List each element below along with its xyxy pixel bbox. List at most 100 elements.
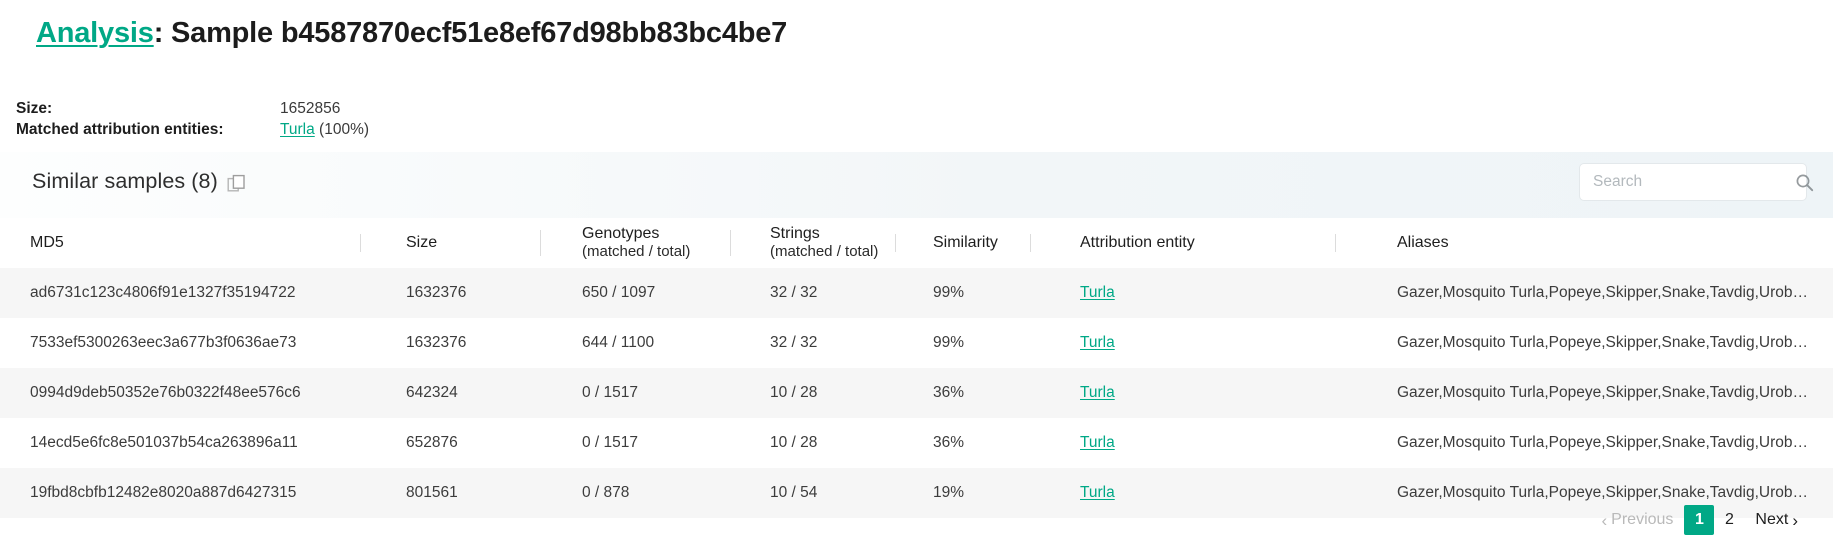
cell-aliases-text: Gazer,Mosquito Turla,Popeye,Skipper,Snak… [1397, 284, 1808, 301]
cell-genotypes: 644 / 1100 [540, 334, 730, 352]
title-sample-name: Sample b4587870ecf51e8ef67d98bb83bc4be7 [171, 17, 787, 49]
table-row[interactable]: ad6731c123c4806f91e1327f35194722 1632376 6… [0, 268, 1833, 318]
pagination-next-label: Next [1755, 511, 1788, 529]
table-row[interactable]: 19fbd8cbfb12482e8020a887d6427315 801561 0 … [0, 468, 1833, 518]
meta-value-size: 1652856 [280, 98, 340, 119]
attribution-entity-link[interactable]: Turla [1080, 334, 1115, 351]
analysis-page: Analysis: Sample b4587870ecf51e8ef67d98b… [0, 0, 1833, 544]
cell-size-text: 1632376 [406, 334, 466, 351]
cell-aliases-text: Gazer,Mosquito Turla,Popeye,Skipper,Snak… [1397, 334, 1808, 351]
cell-md5-text: 14ecd5e6fc8e501037b54ca263896a11 [30, 434, 298, 451]
column-header-md5-title: MD5 [30, 234, 350, 252]
cell-strings-text: 32 / 32 [770, 284, 817, 301]
chevron-left-icon: ‹ [1596, 512, 1612, 529]
pagination-page-2[interactable]: 2 [1714, 505, 1744, 535]
cell-genotypes-text: 650 / 1097 [582, 284, 655, 301]
column-header-aliases[interactable]: Aliases [1335, 234, 1833, 252]
cell-attribution: Turla [1030, 384, 1335, 402]
column-header-similarity-title: Similarity [933, 234, 1020, 252]
column-header-similarity[interactable]: Similarity [895, 234, 1030, 252]
table-header-row: MD5 Size Genotypes (matched / total) Str… [0, 218, 1833, 268]
column-header-attribution-entity[interactable]: Attribution entity [1030, 234, 1335, 252]
column-header-size-title: Size [406, 234, 530, 252]
cell-similarity-text: 36% [933, 384, 964, 401]
pagination-previous-label: Previous [1611, 511, 1673, 529]
cell-genotypes-text: 0 / 878 [582, 484, 629, 501]
column-header-size[interactable]: Size [360, 234, 540, 252]
attribution-entity-link[interactable]: Turla [280, 121, 315, 138]
cell-size-text: 652876 [406, 434, 458, 451]
cell-size: 1632376 [360, 334, 540, 352]
table-row[interactable]: 7533ef5300263eec3a677b3f0636ae73 1632376 6… [0, 318, 1833, 368]
cell-md5-text: ad6731c123c4806f91e1327f35194722 [30, 284, 295, 301]
meta-label-size: Size: [16, 98, 280, 119]
cell-genotypes: 650 / 1097 [540, 284, 730, 302]
attribution-entity-link[interactable]: Turla [1080, 484, 1115, 501]
cell-aliases-text: Gazer,Mosquito Turla,Popeye,Skipper,Snak… [1397, 434, 1808, 451]
sample-meta: Size: 1652856 Matched attribution entiti… [16, 98, 369, 140]
cell-strings-text: 10 / 28 [770, 434, 817, 451]
cell-size-text: 1632376 [406, 284, 466, 301]
cell-attribution: Turla [1030, 334, 1335, 352]
pagination-previous-button[interactable]: ‹ Previous [1585, 505, 1685, 535]
attribution-entity-link[interactable]: Turla [1080, 284, 1115, 301]
search-input[interactable] [1591, 164, 1795, 200]
cell-genotypes-text: 644 / 1100 [582, 334, 654, 351]
cell-similarity: 99% [895, 334, 1030, 352]
search-icon[interactable] [1795, 173, 1814, 192]
cell-size: 652876 [360, 434, 540, 452]
cell-genotypes-text: 0 / 1517 [582, 384, 638, 401]
pagination-next-button[interactable]: Next › [1744, 505, 1815, 535]
column-header-strings-title: Strings [770, 225, 885, 243]
cell-size: 1632376 [360, 284, 540, 302]
cell-md5-text: 19fbd8cbfb12482e8020a887d6427315 [30, 484, 296, 501]
cell-size-text: 801561 [406, 484, 458, 501]
cell-md5-text: 0994d9deb50352e76b0322f48ee576c6 [30, 384, 301, 401]
table-toolbar-band [0, 152, 1833, 218]
column-header-aliases-title: Aliases [1397, 234, 1823, 252]
pagination-page-1[interactable]: 1 [1684, 505, 1714, 535]
similar-samples-table: MD5 Size Genotypes (matched / total) Str… [0, 218, 1833, 518]
cell-aliases-text: Gazer,Mosquito Turla,Popeye,Skipper,Snak… [1397, 384, 1808, 401]
table-row[interactable]: 0994d9deb50352e76b0322f48ee576c6 642324 0 … [0, 368, 1833, 418]
cell-strings-text: 10 / 54 [770, 484, 817, 501]
cell-aliases: Gazer,Mosquito Turla,Popeye,Skipper,Snak… [1335, 484, 1833, 502]
meta-row-attribution: Matched attribution entities: Turla (100… [16, 119, 369, 140]
cell-md5: 14ecd5e6fc8e501037b54ca263896a11 [0, 434, 360, 452]
cell-size-text: 642324 [406, 384, 458, 401]
cell-genotypes: 0 / 1517 [540, 434, 730, 452]
attribution-entity-link[interactable]: Turla [1080, 434, 1115, 451]
cell-genotypes: 0 / 1517 [540, 384, 730, 402]
pagination: ‹ Previous 1 2 Next › [1585, 505, 1816, 535]
column-header-strings-sub: (matched / total) [770, 243, 885, 261]
table-row[interactable]: 14ecd5e6fc8e501037b54ca263896a11 652876 0 … [0, 418, 1833, 468]
column-header-genotypes-sub: (matched / total) [582, 243, 720, 261]
cell-similarity: 19% [895, 484, 1030, 502]
column-header-genotypes-title: Genotypes [582, 225, 720, 243]
cell-similarity-text: 99% [933, 334, 964, 351]
cell-strings-text: 32 / 32 [770, 334, 817, 351]
analysis-breadcrumb-link[interactable]: Analysis [36, 17, 154, 49]
cell-aliases: Gazer,Mosquito Turla,Popeye,Skipper,Snak… [1335, 334, 1833, 352]
column-header-genotypes[interactable]: Genotypes (matched / total) [540, 225, 730, 261]
column-header-md5[interactable]: MD5 [0, 234, 360, 252]
cell-similarity-text: 99% [933, 284, 964, 301]
cell-aliases: Gazer,Mosquito Turla,Popeye,Skipper,Snak… [1335, 284, 1833, 302]
page-title: Analysis: Sample b4587870ecf51e8ef67d98b… [36, 17, 787, 50]
column-header-strings[interactable]: Strings (matched / total) [730, 225, 895, 261]
cell-similarity-text: 19% [933, 484, 964, 501]
cell-genotypes: 0 / 878 [540, 484, 730, 502]
cell-genotypes-text: 0 / 1517 [582, 434, 638, 451]
cell-similarity: 99% [895, 284, 1030, 302]
attribution-percent: (100%) [315, 121, 369, 138]
cell-aliases: Gazer,Mosquito Turla,Popeye,Skipper,Snak… [1335, 384, 1833, 402]
cell-aliases: Gazer,Mosquito Turla,Popeye,Skipper,Snak… [1335, 434, 1833, 452]
cell-size: 642324 [360, 384, 540, 402]
search-box[interactable] [1579, 163, 1807, 201]
cell-similarity: 36% [895, 384, 1030, 402]
cell-md5: 7533ef5300263eec3a677b3f0636ae73 [0, 334, 360, 352]
column-header-attribution-title: Attribution entity [1080, 234, 1325, 252]
copy-icon[interactable] [227, 174, 246, 193]
similar-samples-heading: Similar samples (8) [32, 169, 246, 194]
attribution-entity-link[interactable]: Turla [1080, 384, 1115, 401]
